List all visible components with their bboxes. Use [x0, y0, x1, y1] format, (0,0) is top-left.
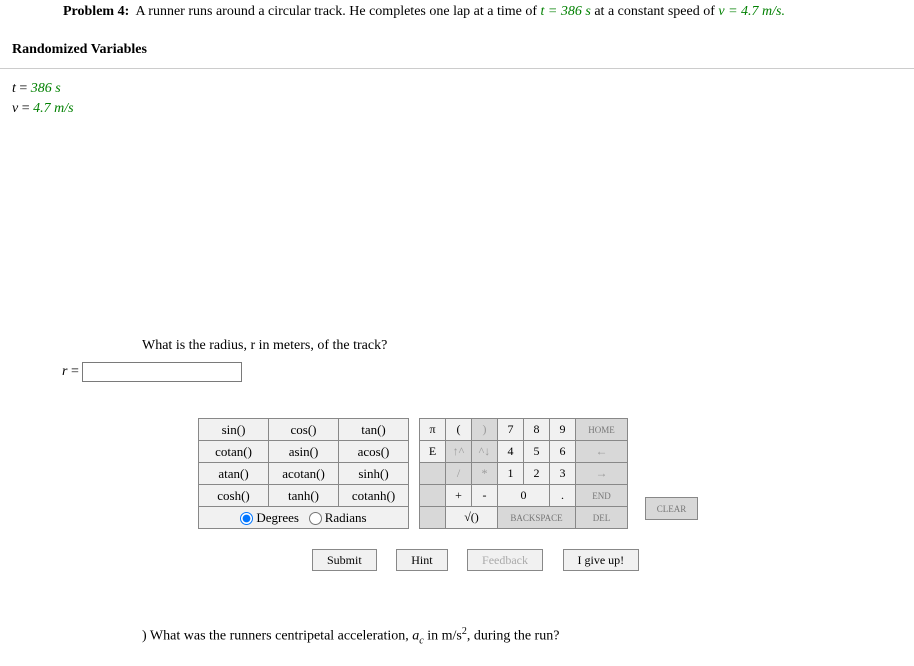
key-backspace: BACKSPACE: [498, 507, 576, 529]
key-empty-3: [420, 507, 446, 529]
answer-row: r =: [0, 354, 914, 382]
hint-button[interactable]: Hint: [396, 549, 447, 571]
problem-t-expr: t = 386 s: [541, 4, 591, 19]
key-4[interactable]: 4: [498, 441, 524, 463]
radians-label[interactable]: Radians: [309, 510, 367, 525]
button-row: Submit Hint Feedback I give up!: [312, 549, 914, 571]
key-sup-down: ^↓: [472, 441, 498, 463]
key-star: *: [472, 463, 498, 485]
problem-v-expr: v = 4.7 m/s.: [718, 4, 785, 19]
key-del: DEL: [576, 507, 628, 529]
fn-cos[interactable]: cos(): [269, 419, 339, 441]
fn-tanh[interactable]: tanh(): [269, 485, 339, 507]
clear-cell-table: CLEAR: [645, 497, 698, 520]
key-6[interactable]: 6: [550, 441, 576, 463]
key-empty-1: [420, 463, 446, 485]
key-7[interactable]: 7: [498, 419, 524, 441]
numeric-table: π ( ) 7 8 9 HOME E ↑^ ^↓ 4 5 6 ← / * 1 2…: [419, 418, 628, 529]
key-right: →: [576, 463, 628, 485]
var-v-val: 4.7 m/s: [33, 101, 73, 116]
problem-header: Problem 4: A runner runs around a circul…: [0, 0, 914, 24]
key-rparen: ): [472, 419, 498, 441]
var-v-row: v = 4.7 m/s: [12, 99, 914, 119]
key-3[interactable]: 3: [550, 463, 576, 485]
fn-cosh[interactable]: cosh(): [199, 485, 269, 507]
degrees-radio[interactable]: [240, 512, 253, 525]
key-dot[interactable]: .: [550, 485, 576, 507]
radians-radio[interactable]: [309, 512, 322, 525]
key-left: ←: [576, 441, 628, 463]
key-sup-up: ↑^: [446, 441, 472, 463]
key-plus[interactable]: +: [446, 485, 472, 507]
fn-acotan[interactable]: acotan(): [269, 463, 339, 485]
key-E[interactable]: E: [420, 441, 446, 463]
problem-label: Problem 4:: [63, 4, 129, 19]
fn-sin[interactable]: sin(): [199, 419, 269, 441]
key-pi[interactable]: π: [420, 419, 446, 441]
fn-cotan[interactable]: cotan(): [199, 441, 269, 463]
key-clear: CLEAR: [646, 498, 698, 520]
fn-sinh[interactable]: sinh(): [339, 463, 409, 485]
key-home: HOME: [576, 419, 628, 441]
key-end: END: [576, 485, 628, 507]
answer-input[interactable]: [82, 362, 242, 382]
key-0[interactable]: 0: [498, 485, 550, 507]
giveup-button[interactable]: I give up!: [563, 549, 640, 571]
keypad: sin() cos() tan() cotan() asin() acos() …: [198, 418, 914, 529]
degrees-label[interactable]: Degrees: [240, 510, 299, 525]
randomized-variables-heading: Randomized Variables: [0, 24, 914, 64]
question-text: What is the radius, r in meters, of the …: [0, 338, 914, 354]
key-1[interactable]: 1: [498, 463, 524, 485]
key-lparen[interactable]: (: [446, 419, 472, 441]
key-9[interactable]: 9: [550, 419, 576, 441]
fn-tan[interactable]: tan(): [339, 419, 409, 441]
submit-button[interactable]: Submit: [312, 549, 377, 571]
fn-acos[interactable]: acos(): [339, 441, 409, 463]
key-2[interactable]: 2: [524, 463, 550, 485]
key-sqrt[interactable]: √(): [446, 507, 498, 529]
variables-block: t = 386 s v = 4.7 m/s: [0, 79, 914, 118]
fn-asin[interactable]: asin(): [269, 441, 339, 463]
problem-text-pre: A runner runs around a circular track. H…: [135, 4, 540, 19]
deg-rad-cell: Degrees Radians: [199, 507, 409, 529]
key-5[interactable]: 5: [524, 441, 550, 463]
function-table: sin() cos() tan() cotan() asin() acos() …: [198, 418, 409, 529]
problem-text-mid: at a constant speed of: [594, 4, 718, 19]
var-t-val: 386 s: [31, 81, 61, 96]
var-t-row: t = 386 s: [12, 79, 914, 99]
feedback-button: Feedback: [467, 549, 543, 571]
fn-atan[interactable]: atan(): [199, 463, 269, 485]
fn-cotanh[interactable]: cotanh(): [339, 485, 409, 507]
key-8[interactable]: 8: [524, 419, 550, 441]
key-slash: /: [446, 463, 472, 485]
key-minus[interactable]: -: [472, 485, 498, 507]
followup-question: ) What was the runners centripetal accel…: [142, 626, 559, 646]
key-empty-2: [420, 485, 446, 507]
separator: [0, 68, 914, 69]
